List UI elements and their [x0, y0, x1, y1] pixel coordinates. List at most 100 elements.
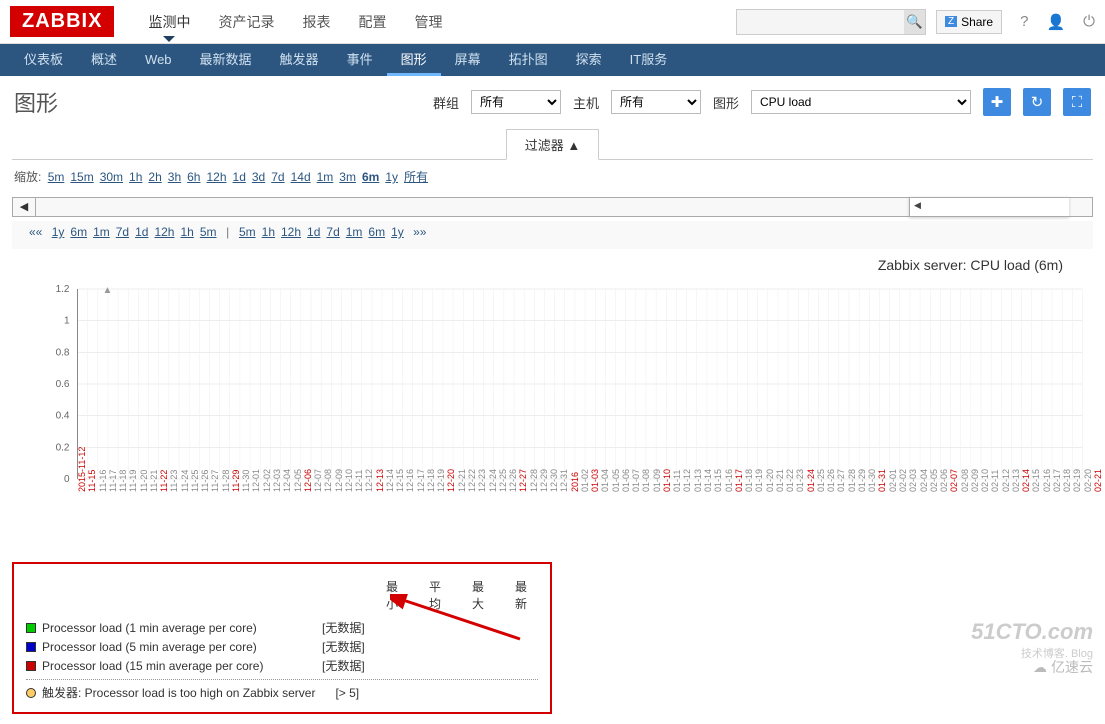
group-select[interactable]: 所有 [471, 90, 561, 114]
refresh-button[interactable]: ↻ [1023, 88, 1051, 116]
navr-1h[interactable]: 1h [262, 225, 275, 239]
zoom-6h[interactable]: 6h [187, 170, 200, 184]
navl-1y[interactable]: 1y [52, 225, 65, 239]
navr-6m[interactable]: 6m [368, 225, 385, 239]
subnav-item-5[interactable]: 事件 [333, 44, 387, 76]
navr-12h[interactable]: 12h [281, 225, 301, 239]
xtick: 12-19 [436, 469, 446, 492]
xtick: 01-31 [877, 469, 887, 492]
zoom-14d[interactable]: 14d [291, 170, 311, 184]
xtick: 11-29 [231, 470, 241, 492]
zoom-2h[interactable]: 2h [148, 170, 161, 184]
xtick: 12-04 [282, 469, 292, 492]
zoom-7d[interactable]: 7d [271, 170, 284, 184]
zoom-6m[interactable]: 6m [362, 170, 379, 184]
zoom-30m[interactable]: 30m [100, 170, 123, 184]
navl-12h[interactable]: 12h [154, 225, 174, 239]
xtick: 12-29 [539, 469, 549, 492]
graph-select[interactable]: CPU load [751, 90, 971, 114]
subnav-item-9[interactable]: 探索 [562, 44, 616, 76]
subnav-item-4[interactable]: 触发器 [266, 44, 333, 76]
xtick: 02-21 [1093, 469, 1103, 492]
topnav-item-3[interactable]: 配置 [344, 2, 400, 42]
xtick: 12-16 [405, 469, 415, 492]
chart-title: Zabbix server: CPU load (6m) [12, 257, 1093, 273]
watermark-yisu: ☁ 亿速云 [1033, 657, 1093, 677]
topnav-item-1[interactable]: 资产记录 [204, 2, 288, 42]
top-nav: 监测中资产记录报表配置管理 [134, 2, 736, 42]
zoom-3h[interactable]: 3h [168, 170, 181, 184]
navr-1d[interactable]: 1d [307, 225, 320, 239]
navr-1m[interactable]: 1m [346, 225, 363, 239]
user-icon[interactable]: 👤 [1046, 13, 1065, 31]
legend-label: Processor load (15 min average per core) [42, 659, 322, 673]
navl-7d[interactable]: 7d [116, 225, 129, 239]
subnav-item-1[interactable]: 概述 [77, 44, 131, 76]
zoom-3d[interactable]: 3d [252, 170, 265, 184]
zoom-3m[interactable]: 3m [339, 170, 356, 184]
add-favorite-button[interactable]: ✚ [983, 88, 1011, 116]
xtick: 11-17 [108, 470, 118, 492]
zoom-label: 缩放: [14, 170, 41, 184]
xtick: 11-27 [210, 470, 220, 492]
group-label: 群组 [433, 93, 459, 112]
navl-5m[interactable]: 5m [200, 225, 217, 239]
subnav-item-8[interactable]: 拓扑图 [495, 44, 562, 76]
legend-swatch [26, 642, 36, 652]
subnav-item-7[interactable]: 屏幕 [441, 44, 495, 76]
search-box: 🔍 [736, 9, 926, 35]
xtick: 01-24 [806, 469, 816, 492]
xtick: 12-10 [344, 469, 354, 492]
share-button[interactable]: ZShare [936, 10, 1002, 34]
zoom-1d[interactable]: 1d [233, 170, 246, 184]
navr-7d[interactable]: 7d [326, 225, 339, 239]
xtick: 11-16 [98, 470, 108, 492]
xtick: 11-18 [118, 470, 128, 492]
timeline-prev[interactable]: ◀ [12, 197, 36, 217]
zoom-1m[interactable]: 1m [317, 170, 334, 184]
navl-1h[interactable]: 1h [180, 225, 193, 239]
graph-label: 图形 [713, 93, 739, 112]
zoom-15m[interactable]: 15m [70, 170, 93, 184]
xtick: 12-05 [293, 469, 303, 492]
power-icon[interactable]: ⏻ [1083, 13, 1095, 30]
xtick: 11-21 [149, 470, 159, 492]
zoom-5m[interactable]: 5m [48, 170, 65, 184]
filter-toggle[interactable]: 过滤器 ▲ [506, 129, 599, 160]
xtick: 01-23 [795, 469, 805, 492]
annotation-arrow [390, 594, 530, 644]
xtick: 12-23 [477, 469, 487, 492]
navl-6m[interactable]: 6m [70, 225, 87, 239]
chart-area: Zabbix server: CPU load (6m) 00.20.40.60… [12, 257, 1093, 552]
host-select[interactable]: 所有 [611, 90, 701, 114]
timeline-handle[interactable] [909, 197, 1069, 217]
zoom-所有[interactable]: 所有 [404, 170, 428, 184]
navr-1y[interactable]: 1y [391, 225, 404, 239]
help-icon[interactable]: ? [1020, 13, 1028, 30]
zoom-1y[interactable]: 1y [385, 170, 398, 184]
topnav-item-4[interactable]: 管理 [400, 2, 456, 42]
fullscreen-button[interactable]: ⛶ [1063, 88, 1091, 116]
nav-last[interactable]: »» [413, 225, 426, 239]
nav-first[interactable]: «« [29, 225, 42, 239]
subnav-item-3[interactable]: 最新数据 [186, 44, 266, 76]
zoom-1h[interactable]: 1h [129, 170, 142, 184]
timeline-next[interactable] [1069, 197, 1093, 217]
topnav-item-0[interactable]: 监测中 [134, 2, 204, 42]
logo[interactable]: ZABBIX [10, 6, 114, 37]
subnav-item-10[interactable]: IT服务 [616, 44, 682, 76]
xtick: 02-17 [1052, 469, 1062, 492]
subnav-item-0[interactable]: 仪表板 [10, 44, 77, 76]
search-button[interactable]: 🔍 [904, 10, 925, 34]
topnav-item-2[interactable]: 报表 [288, 2, 344, 42]
subnav-item-6[interactable]: 图形 [387, 44, 441, 76]
timeline-track[interactable] [36, 197, 909, 217]
search-input[interactable] [737, 15, 904, 29]
navl-1d[interactable]: 1d [135, 225, 148, 239]
zoom-12h[interactable]: 12h [206, 170, 226, 184]
navr-5m[interactable]: 5m [239, 225, 256, 239]
subnav-item-2[interactable]: Web [131, 44, 186, 76]
xtick: 01-20 [765, 469, 775, 492]
legend-swatch [26, 623, 36, 633]
navl-1m[interactable]: 1m [93, 225, 110, 239]
